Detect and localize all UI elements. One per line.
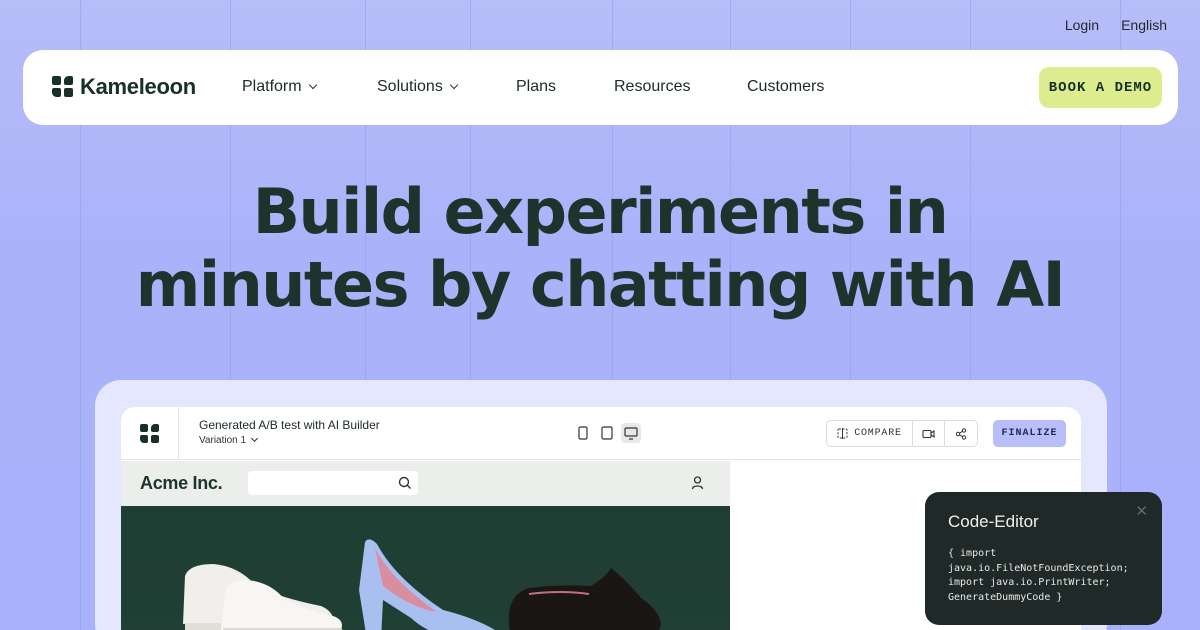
- compare-label: COMPARE: [854, 428, 902, 439]
- preview-site-brand: Acme Inc.: [140, 473, 223, 493]
- compare-button[interactable]: COMPARE: [827, 421, 913, 446]
- finalize-button[interactable]: FINALIZE: [993, 420, 1066, 447]
- shoes-product-image: [121, 506, 730, 630]
- code-editor-panel: Code-Editor ✕ { import java.io.FileNotFo…: [925, 492, 1162, 625]
- nav-item-solutions[interactable]: Solutions: [377, 78, 459, 96]
- code-editor-title: Code-Editor: [948, 512, 1039, 531]
- shoes-illustration: [183, 539, 661, 630]
- hero-heading: Build experiments in minutes by chatting…: [0, 175, 1200, 321]
- video-camera-icon: [922, 429, 935, 438]
- compare-toolbar: COMPARE: [826, 420, 978, 447]
- device-switcher: [573, 423, 641, 443]
- chevron-down-icon: [449, 80, 459, 90]
- user-icon[interactable]: [691, 476, 704, 495]
- share-icon: [955, 427, 967, 440]
- hero-line-2: minutes by chatting with AI: [135, 248, 1066, 321]
- preview-site-header: Acme Inc.: [121, 461, 730, 506]
- nav-item-customers[interactable]: Customers: [747, 78, 824, 96]
- nav-item-label: Resources: [614, 78, 691, 95]
- close-icon[interactable]: ✕: [1135, 502, 1148, 520]
- top-links: Login English: [1065, 17, 1167, 33]
- variation-selector[interactable]: Variation 1: [199, 434, 259, 446]
- search-icon[interactable]: [398, 476, 412, 495]
- chevron-down-icon: [308, 80, 317, 90]
- experiment-title: Generated A/B test with AI Builder: [199, 418, 380, 432]
- book-demo-button[interactable]: BOOK A DEMO: [1039, 67, 1162, 108]
- header-divider: [178, 407, 179, 460]
- main-navbar: Kameleoon Platform Solutions Plans Resou…: [23, 50, 1178, 125]
- mobile-icon[interactable]: [573, 423, 593, 443]
- app-header: Generated A/B test with AI Builder Varia…: [121, 407, 1081, 460]
- nav-item-resources[interactable]: Resources: [614, 78, 690, 96]
- variation-label: Variation 1: [199, 435, 247, 446]
- nav-item-plans[interactable]: Plans: [516, 78, 556, 96]
- video-button[interactable]: [913, 421, 945, 446]
- brand-logo[interactable]: Kameleoon: [52, 74, 196, 100]
- code-snippet: { import java.io.FileNotFoundException; …: [948, 548, 1129, 603]
- language-selector[interactable]: English: [1121, 17, 1167, 33]
- nav-item-label: Solutions: [377, 78, 443, 95]
- kameleoon-logo-icon: [52, 76, 74, 98]
- nav-item-label: Customers: [747, 78, 825, 95]
- desktop-icon[interactable]: [621, 423, 641, 443]
- login-link[interactable]: Login: [1065, 17, 1099, 33]
- share-button[interactable]: [945, 421, 977, 446]
- chevron-down-icon: [251, 434, 259, 443]
- preview-search-input[interactable]: [248, 471, 418, 495]
- tablet-icon[interactable]: [597, 423, 617, 443]
- nav-item-label: Plans: [516, 78, 557, 95]
- compare-icon: [837, 428, 848, 439]
- hero-line-1: Build experiments in: [252, 175, 949, 248]
- brand-name: Kameleoon: [80, 74, 196, 99]
- nav-item-platform[interactable]: Platform: [242, 78, 317, 96]
- kameleoon-logo-icon: [140, 424, 160, 444]
- nav-item-label: Platform: [242, 78, 302, 95]
